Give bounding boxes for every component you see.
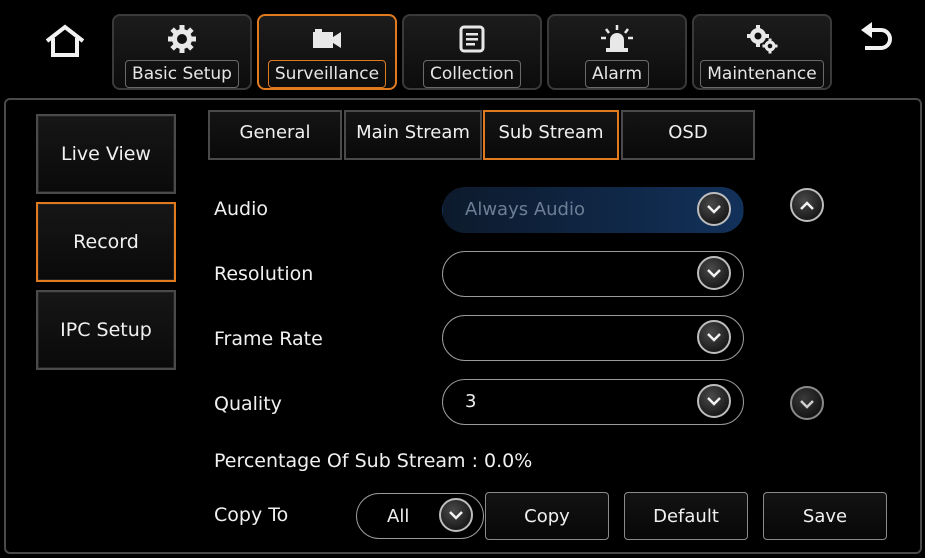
tab-label: Alarm bbox=[584, 60, 650, 88]
sidebar-item-label: IPC Setup bbox=[60, 319, 152, 341]
audio-select: Always Audio bbox=[442, 187, 744, 233]
tab-sub-stream[interactable]: Sub Stream bbox=[483, 110, 619, 160]
quality-select[interactable]: 3 bbox=[442, 379, 744, 425]
tab-maintenance[interactable]: Maintenance bbox=[692, 14, 832, 90]
gear-icon bbox=[167, 22, 197, 56]
sidebar-item-live-view[interactable]: Live View bbox=[36, 114, 176, 194]
default-button-label: Default bbox=[653, 505, 719, 527]
camera-icon bbox=[311, 22, 343, 56]
chevron-down-icon[interactable] bbox=[697, 192, 731, 226]
chevron-up-icon bbox=[799, 196, 815, 215]
home-icon bbox=[44, 23, 86, 63]
tab-main-stream[interactable]: Main Stream bbox=[344, 110, 482, 160]
chevron-down-icon[interactable] bbox=[439, 498, 473, 532]
home-button[interactable] bbox=[38, 20, 92, 66]
default-button[interactable]: Default bbox=[624, 492, 748, 540]
back-button[interactable] bbox=[852, 18, 902, 64]
sidebar-item-ipc-setup[interactable]: IPC Setup bbox=[36, 290, 176, 370]
quality-value: 3 bbox=[465, 391, 477, 412]
copy-to-select[interactable]: All bbox=[356, 493, 484, 539]
chevron-down-icon bbox=[799, 394, 815, 413]
audio-label: Audio bbox=[214, 198, 269, 220]
tab-general[interactable]: General bbox=[208, 110, 342, 160]
save-button-label: Save bbox=[802, 505, 848, 527]
sidebar-item-label: Record bbox=[73, 231, 139, 253]
sidebar-item-record[interactable]: Record bbox=[36, 202, 176, 282]
gears-icon bbox=[746, 22, 778, 56]
tab-label: Main Stream bbox=[356, 122, 470, 143]
document-icon bbox=[459, 22, 485, 56]
tab-alarm[interactable]: Alarm bbox=[547, 14, 687, 90]
resolution-select[interactable] bbox=[442, 251, 744, 297]
tab-label: Collection bbox=[422, 60, 522, 88]
tab-basic-setup[interactable]: Basic Setup bbox=[112, 14, 252, 90]
tab-label: General bbox=[239, 122, 311, 143]
tab-osd[interactable]: OSD bbox=[621, 110, 755, 160]
tab-label: Surveillance bbox=[267, 60, 387, 88]
chevron-down-icon[interactable] bbox=[697, 384, 731, 418]
copy-to-value: All bbox=[387, 506, 410, 527]
chevron-down-icon[interactable] bbox=[697, 256, 731, 290]
scroll-down-button[interactable] bbox=[790, 386, 824, 420]
tab-label: Sub Stream bbox=[498, 122, 604, 143]
tab-collection[interactable]: Collection bbox=[402, 14, 542, 90]
save-button[interactable]: Save bbox=[763, 492, 887, 540]
tab-label: Maintenance bbox=[700, 60, 824, 88]
sidebar-item-label: Live View bbox=[61, 143, 151, 165]
audio-value: Always Audio bbox=[465, 199, 585, 220]
tab-surveillance[interactable]: Surveillance bbox=[257, 14, 397, 90]
tab-label: Basic Setup bbox=[125, 60, 239, 88]
frame-rate-label: Frame Rate bbox=[214, 328, 323, 350]
back-arrow-icon bbox=[859, 22, 895, 60]
tab-label: OSD bbox=[668, 122, 708, 143]
copy-button[interactable]: Copy bbox=[485, 492, 609, 540]
quality-label: Quality bbox=[214, 393, 282, 415]
alarm-light-icon bbox=[600, 22, 634, 56]
copy-to-label: Copy To bbox=[214, 504, 289, 526]
copy-button-label: Copy bbox=[524, 505, 570, 527]
chevron-down-icon[interactable] bbox=[697, 320, 731, 354]
frame-rate-select[interactable] bbox=[442, 315, 744, 361]
scroll-up-button[interactable] bbox=[790, 188, 824, 222]
sub-stream-percentage: Percentage Of Sub Stream : 0.0% bbox=[214, 450, 533, 472]
resolution-label: Resolution bbox=[214, 263, 314, 285]
